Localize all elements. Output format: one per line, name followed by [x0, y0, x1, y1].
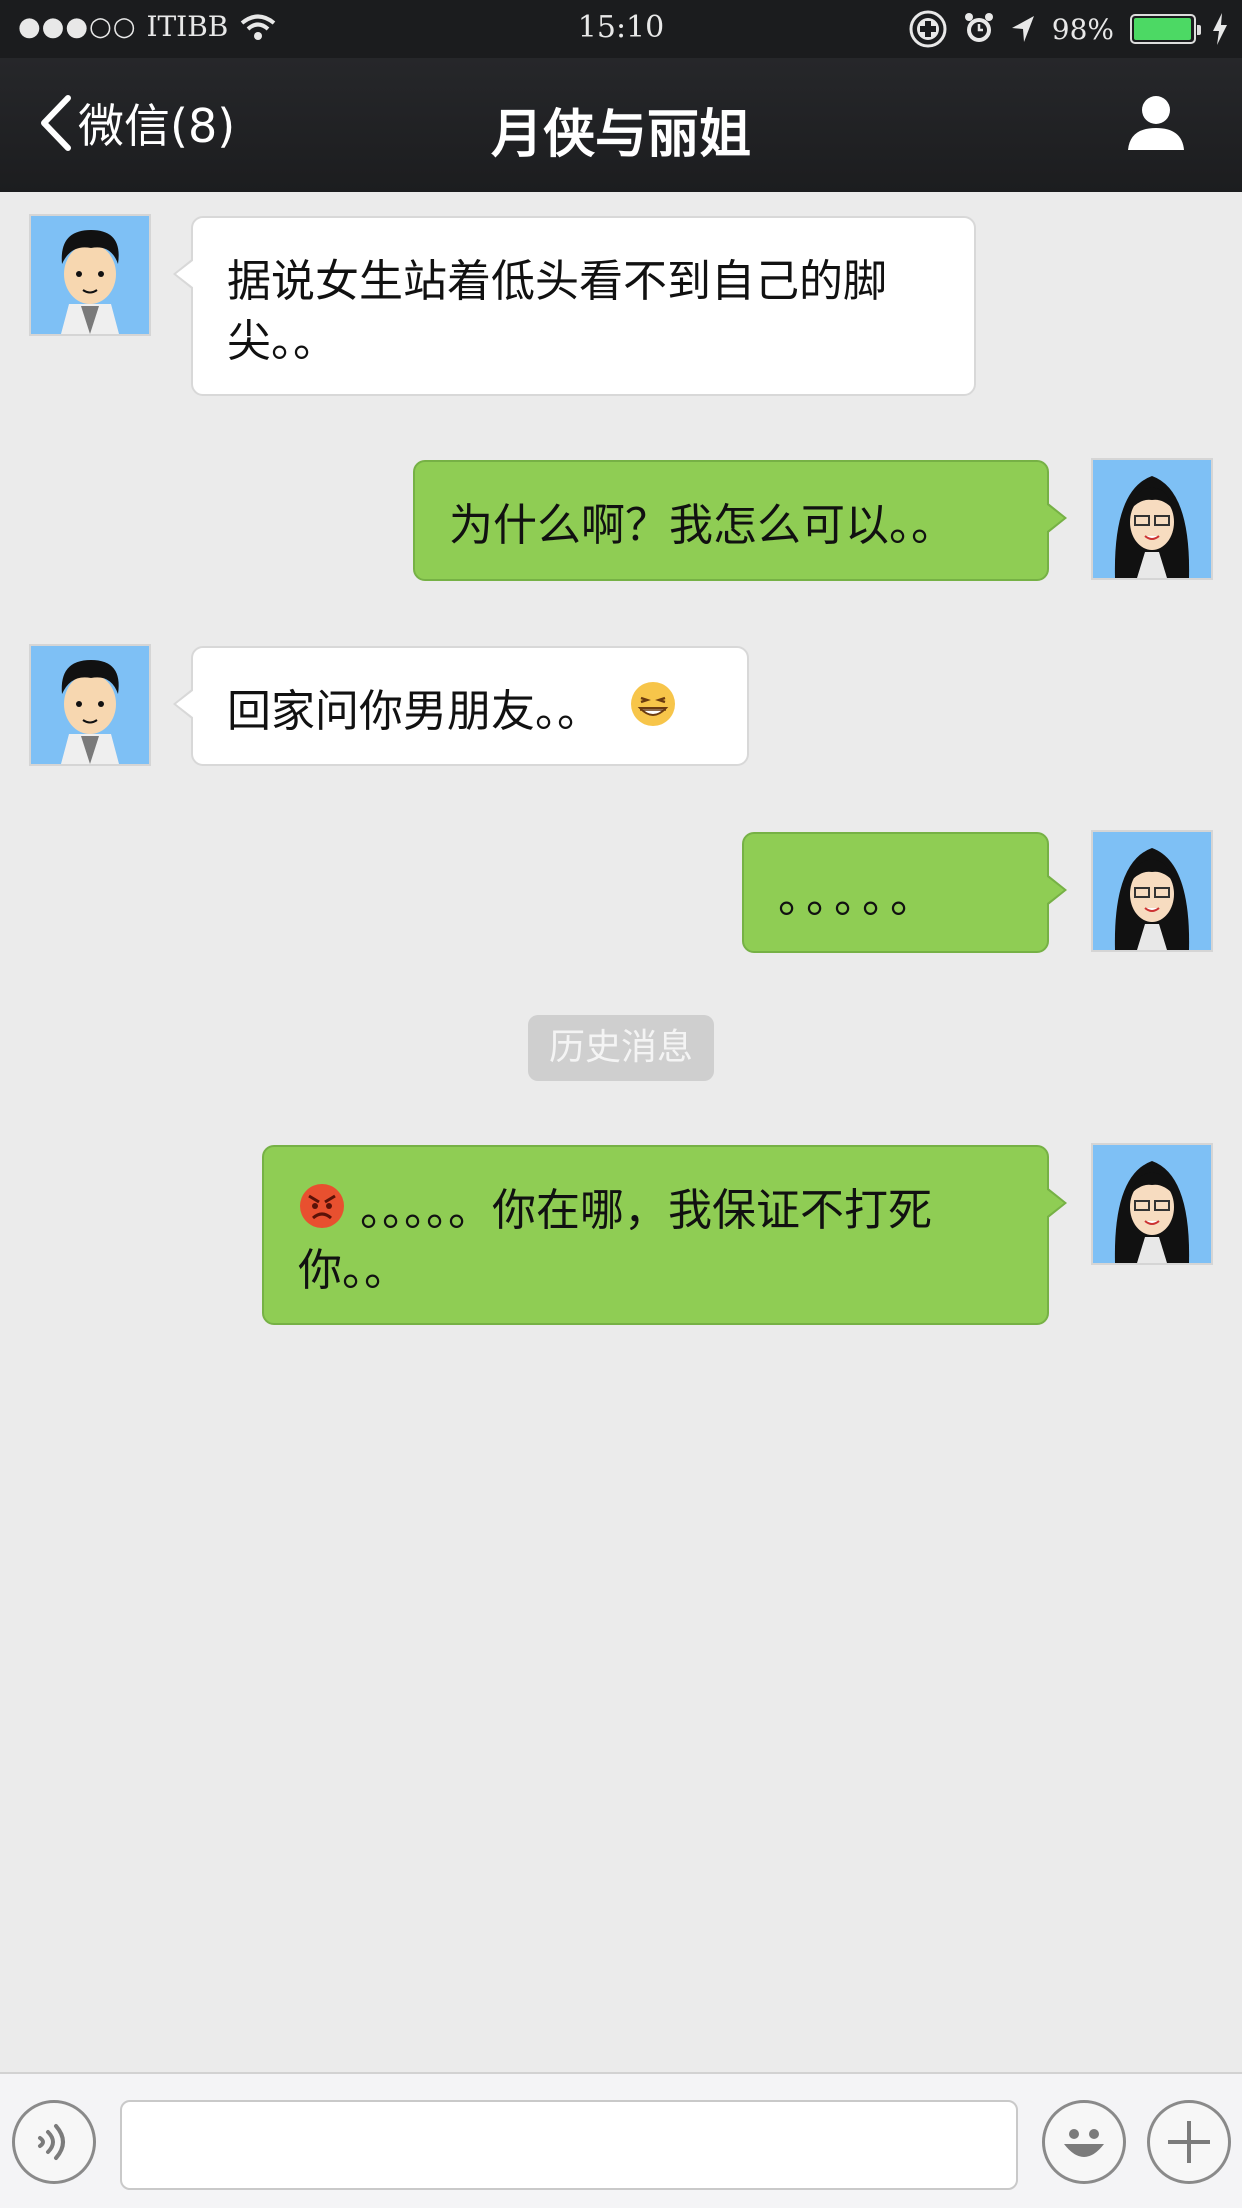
voice-button[interactable]	[12, 2100, 96, 2184]
more-button[interactable]	[1147, 2100, 1231, 2184]
voice-icon	[38, 2124, 65, 2160]
message-list[interactable]: 据说女生站着低头看不到自己的脚尖。。 为什么啊？我怎么可以。。 回家问你男朋友。…	[0, 192, 1242, 2072]
nav-bar: 微信(8) 月侠与丽姐	[0, 58, 1242, 192]
chat-screen: ●●●○○ ITIBB 15:10 98% 微信(8) 月侠与丽姐 据说女生站着…	[0, 0, 1242, 2208]
message-text: 据说女生站着低头看不到自己的脚尖。。	[227, 256, 887, 367]
location-arrow-icon	[1011, 16, 1034, 42]
charging-bolt-icon	[1213, 13, 1227, 45]
alarm-icon	[964, 13, 993, 42]
chat-info-button[interactable]	[1126, 94, 1186, 154]
my-avatar[interactable]	[1091, 830, 1213, 952]
outgoing-message-bubble[interactable]: 为什么啊？我怎么可以。。	[413, 460, 1067, 581]
message-text: 。。。。。	[778, 872, 940, 923]
status-right: 98%	[908, 9, 1228, 49]
outgoing-message-bubble[interactable]: 。。。。。你在哪，我保证不打死你。。	[262, 1145, 1067, 1325]
battery-icon	[1130, 14, 1201, 44]
battery-percent: 98%	[1051, 12, 1114, 46]
contact-avatar[interactable]	[29, 214, 151, 336]
message-text: 。。。。。你在哪，我保证不打死你。。	[298, 1185, 932, 1296]
grinning-squint-emoji	[631, 682, 675, 726]
incoming-message-bubble[interactable]: 据说女生站着低头看不到自己的脚尖。。	[173, 216, 976, 396]
input-bar	[0, 2072, 1242, 2208]
message-text: 回家问你男朋友。。	[227, 686, 601, 737]
plus-icon	[1168, 2121, 1210, 2163]
chat-title: 月侠与丽姐	[490, 105, 751, 165]
history-divider[interactable]: 历史消息	[528, 1015, 714, 1081]
rotation-lock-icon	[909, 10, 947, 48]
contact-avatar[interactable]	[29, 644, 151, 766]
outgoing-message-bubble[interactable]: 。。。。。	[742, 832, 1067, 953]
emoji-button[interactable]	[1042, 2100, 1126, 2184]
person-icon	[1128, 96, 1184, 150]
message-input[interactable]	[120, 2100, 1018, 2190]
status-bar: ●●●○○ ITIBB 15:10 98%	[0, 0, 1242, 58]
message-text: 为什么啊？我怎么可以。。	[449, 500, 955, 551]
smiley-icon	[1064, 2129, 1104, 2157]
my-avatar[interactable]	[1091, 458, 1213, 580]
my-avatar[interactable]	[1091, 1143, 1213, 1265]
incoming-message-bubble[interactable]: 回家问你男朋友。。	[173, 646, 749, 766]
battery-level-fill	[1134, 18, 1191, 40]
angry-face-emoji	[300, 1184, 344, 1228]
